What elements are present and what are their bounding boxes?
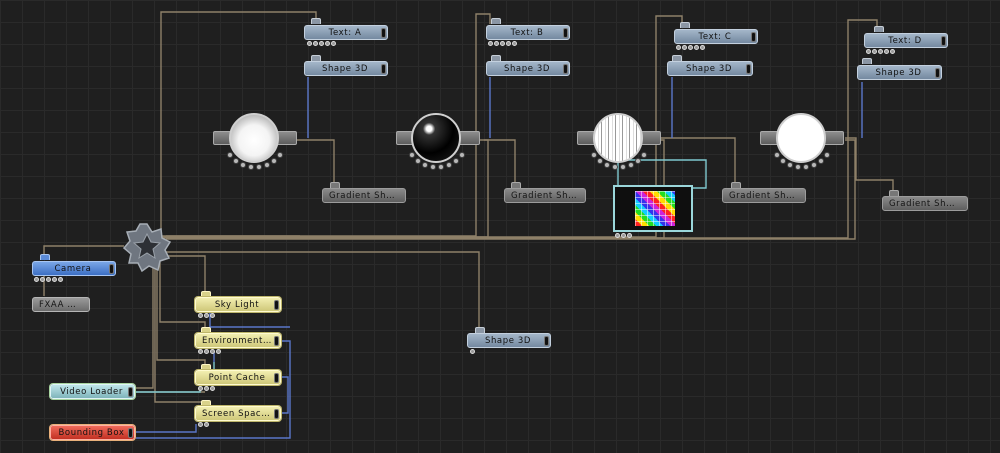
- node-label: Shape 3D: [503, 63, 551, 74]
- gear-icon[interactable]: [122, 222, 172, 273]
- node-label: Video Loader: [60, 386, 123, 397]
- sky-light-node[interactable]: Sky Light: [195, 297, 281, 312]
- gradient-shading-node-b[interactable]: Gradient Shading ...: [504, 188, 586, 203]
- node-label: Shape 3D: [484, 335, 532, 346]
- video-preview-frame[interactable]: [613, 185, 693, 232]
- point-cache-node[interactable]: Point Cache: [195, 370, 281, 385]
- node-label: Text: B: [510, 27, 544, 38]
- shape3d-node-a[interactable]: Shape 3D: [304, 61, 388, 76]
- node-label: Text: D: [888, 35, 922, 46]
- shape3d-node-c[interactable]: Shape 3D: [667, 61, 753, 76]
- node-label: FXAA Anti...: [39, 299, 89, 310]
- text-node-c[interactable]: Text: C: [674, 29, 758, 44]
- camera-node[interactable]: Camera: [32, 261, 116, 276]
- striped-sphere-preview[interactable]: [593, 113, 643, 163]
- shape3d-node-mid[interactable]: Shape 3D: [467, 333, 551, 348]
- node-label: Camera: [54, 263, 92, 274]
- shape3d-node-d[interactable]: Shape 3D: [857, 65, 942, 80]
- shape3d-node-b[interactable]: Shape 3D: [486, 61, 570, 76]
- node-label: Shape 3D: [685, 63, 733, 74]
- node-label: Point Cache: [208, 372, 266, 383]
- node-label: Gradient Shading ...: [889, 198, 967, 209]
- node-label: Shape 3D: [321, 63, 369, 74]
- fxaa-node[interactable]: FXAA Anti...: [32, 297, 90, 312]
- node-label: Gradient Shading ...: [729, 190, 805, 201]
- text-node-a[interactable]: Text: A: [304, 25, 388, 40]
- node-graph-canvas[interactable]: Text: A Text: B Text: C Text: D Shape 3D…: [0, 0, 1000, 453]
- video-loader-node[interactable]: Video Loader: [50, 384, 135, 399]
- screen-space-reflections-node[interactable]: Screen Space Refl...: [195, 406, 281, 421]
- bounding-box-node[interactable]: Bounding Box: [50, 425, 135, 440]
- text-node-d[interactable]: Text: D: [864, 33, 948, 48]
- node-label: Gradient Shading ...: [511, 190, 585, 201]
- environment-map-node[interactable]: Environment Map: [195, 333, 281, 348]
- node-label: Shape 3D: [875, 67, 922, 78]
- node-label: Sky Light: [214, 299, 260, 310]
- rainbow-checker-preview: [635, 191, 675, 226]
- flat-white-sphere-preview[interactable]: [776, 113, 826, 163]
- white-sphere-preview[interactable]: [229, 113, 279, 163]
- gradient-shading-node-d[interactable]: Gradient Shading ...: [882, 196, 968, 211]
- node-label: Text: C: [698, 31, 732, 42]
- node-label: Environment Map: [202, 335, 280, 346]
- gradient-shading-node-a[interactable]: Gradient Shading ...: [322, 188, 406, 203]
- gradient-shading-node-c[interactable]: Gradient Shading ...: [722, 188, 806, 203]
- black-glossy-sphere-preview[interactable]: [411, 113, 461, 163]
- node-label: Text: A: [328, 27, 362, 38]
- node-label: Screen Space Refl...: [202, 408, 280, 419]
- node-label: Bounding Box: [58, 427, 125, 438]
- node-label: Gradient Shading ...: [329, 190, 405, 201]
- text-node-b[interactable]: Text: B: [486, 25, 570, 40]
